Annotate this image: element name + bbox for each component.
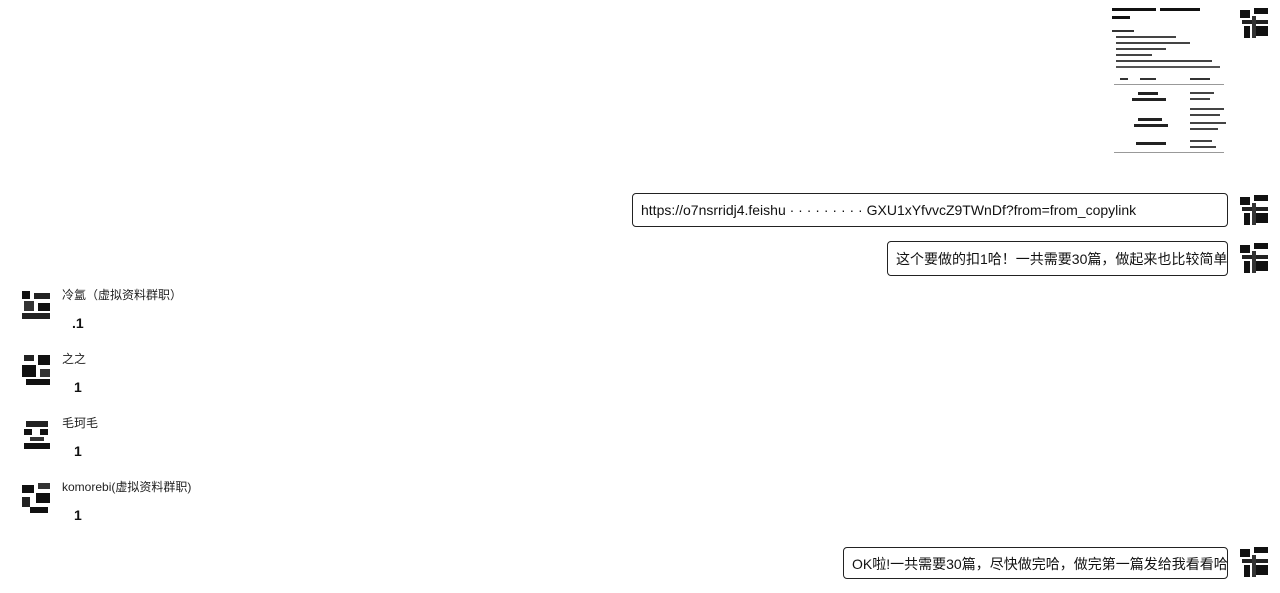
- sender-avatar[interactable]: [20, 417, 54, 451]
- document-thumbnail-icon: [1112, 8, 1226, 153]
- text-message-content: 这个要做的扣1哈！一共需要30篇，做起来也比较简单: [896, 251, 1228, 267]
- my-avatar[interactable]: [1238, 241, 1272, 275]
- text-message-bubble[interactable]: OK啦!一共需要30篇，尽快做完哈，做完第一篇发给我看看哈: [843, 547, 1228, 579]
- message-text: 1: [74, 443, 82, 459]
- sender-avatar[interactable]: [20, 353, 54, 387]
- text-message-content: OK啦!一共需要30篇，尽快做完哈，做完第一篇发给我看看哈: [852, 556, 1228, 572]
- my-avatar[interactable]: [1238, 6, 1272, 40]
- user-avatar-icon: [20, 289, 54, 323]
- sender-name: 之之: [62, 352, 87, 366]
- sender-name: 毛珂毛: [62, 416, 99, 430]
- sender-avatar[interactable]: [20, 481, 54, 515]
- user-avatar-icon: [1238, 6, 1272, 40]
- message-text: 1: [74, 507, 82, 523]
- user-avatar-icon: [1238, 241, 1272, 275]
- my-avatar[interactable]: [1238, 545, 1272, 579]
- link-message-bubble[interactable]: https://o7nsrridj4.feishu · · · · · · · …: [632, 193, 1228, 227]
- message-text: 1: [74, 379, 82, 395]
- message-text: .1: [72, 315, 84, 331]
- user-avatar-icon: [1238, 545, 1272, 579]
- user-avatar-icon: [20, 353, 54, 387]
- user-avatar-icon: [20, 481, 54, 515]
- sender-name: komorebi(虚拟资料群职): [62, 480, 192, 494]
- link-message-text[interactable]: https://o7nsrridj4.feishu · · · · · · · …: [641, 202, 1136, 218]
- my-avatar[interactable]: [1238, 193, 1272, 227]
- user-avatar-icon: [20, 417, 54, 451]
- sender-name: 冷氲（虚拟资料群职）: [62, 288, 183, 302]
- document-image-attachment[interactable]: [1110, 4, 1230, 156]
- sender-avatar[interactable]: [20, 289, 54, 323]
- text-message-bubble[interactable]: 这个要做的扣1哈！一共需要30篇，做起来也比较简单: [887, 241, 1228, 276]
- user-avatar-icon: [1238, 193, 1272, 227]
